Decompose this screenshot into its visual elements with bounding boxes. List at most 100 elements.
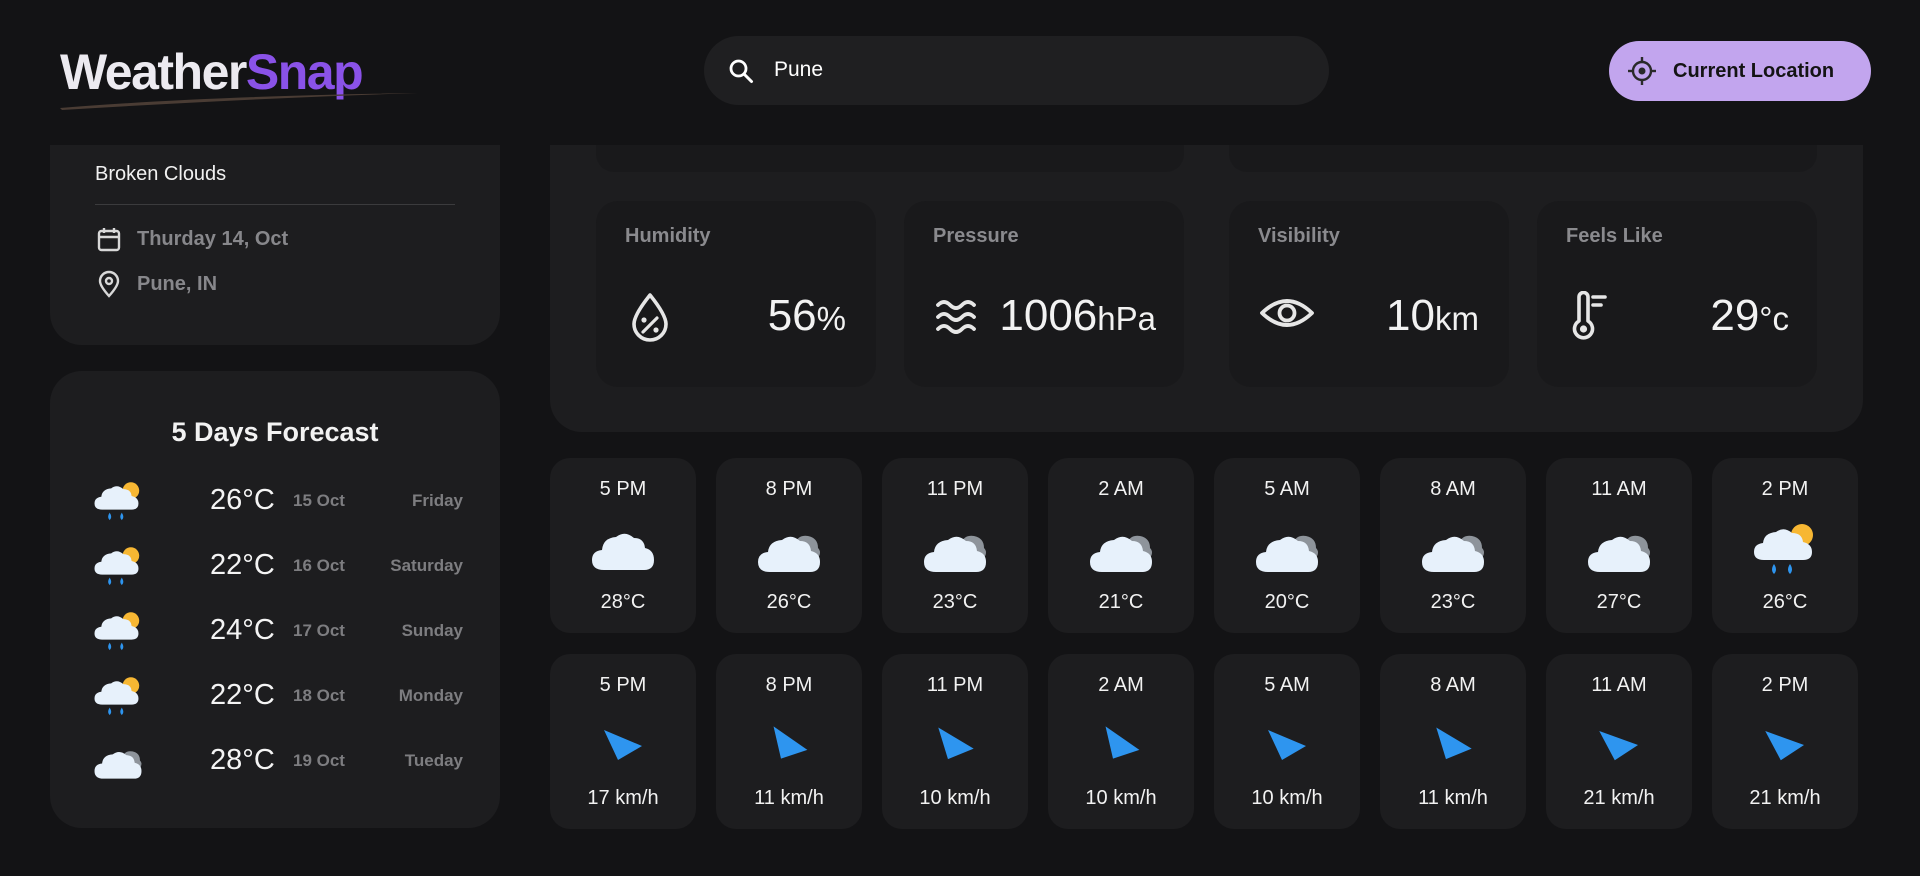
visibility-card: Visibility 10km xyxy=(1229,201,1509,387)
search-bar[interactable] xyxy=(704,36,1329,105)
pressure-waves-icon xyxy=(936,300,976,334)
hour-temp: 21°C xyxy=(1098,591,1144,613)
hourly-wind-card: 5 AM 10 km/h xyxy=(1214,654,1360,829)
forecast-temp: 22°C xyxy=(210,679,275,711)
broken-clouds-icon xyxy=(922,520,988,580)
calendar-icon xyxy=(97,228,121,252)
hourly-temp-card: 8 PM 26°C xyxy=(716,458,862,633)
current-location-label: Current Location xyxy=(1673,59,1835,82)
hour-time: 11 AM xyxy=(1591,674,1647,696)
thermometer-icon xyxy=(1572,291,1607,340)
location-pin-icon xyxy=(98,270,120,298)
forecast-title: 5 Days Forecast xyxy=(171,417,379,447)
hourly-temp-card: 5 AM 20°C xyxy=(1214,458,1360,633)
hourly-wind-card: 11 PM 10 km/h xyxy=(882,654,1028,829)
search-input[interactable] xyxy=(774,50,1294,90)
pressure-value: 1006hPa xyxy=(999,291,1156,341)
hour-wind-speed: 10 km/h xyxy=(1085,787,1157,809)
current-location-button[interactable]: Current Location xyxy=(1609,41,1871,101)
feels-like-card: Feels Like 29°c xyxy=(1537,201,1817,387)
pressure-unit: hPa xyxy=(1097,300,1156,337)
hourly-wind-card: 8 AM 11 km/h xyxy=(1380,654,1526,829)
hourly-temp-card: 11 AM 27°C xyxy=(1546,458,1692,633)
hour-time: 2 AM xyxy=(1098,674,1144,696)
hour-temp: 26°C xyxy=(766,591,812,613)
broken-clouds-icon xyxy=(1088,520,1154,580)
humidity-drop-icon xyxy=(632,293,668,342)
forecast-row: 28°C 19 Oct Tueday xyxy=(93,737,463,797)
hourly-wind-card: 2 PM 21 km/h xyxy=(1712,654,1858,829)
forecast-row: 22°C 16 Oct Saturday xyxy=(93,542,463,602)
hour-temp: 23°C xyxy=(1430,591,1476,613)
header: WeatherSnap Current Location xyxy=(0,0,1920,145)
crosshair-icon xyxy=(1628,57,1656,85)
forecast-date: 15 Oct xyxy=(293,491,345,510)
highlight-card-partial xyxy=(596,145,1184,172)
forecast-temp: 22°C xyxy=(210,549,275,581)
wind-direction-icon xyxy=(1427,719,1479,771)
highlight-card-partial xyxy=(1229,145,1817,172)
hourly-temp-card: 5 PM 28°C xyxy=(550,458,696,633)
hourly-wind-card: 5 PM 17 km/h xyxy=(550,654,696,829)
forecast-row: 26°C 15 Oct Friday xyxy=(93,477,463,537)
hour-time: 8 AM xyxy=(1430,674,1476,696)
hour-time: 11 AM xyxy=(1591,478,1647,500)
hourly-temp-card: 2 PM 26°C xyxy=(1712,458,1858,633)
pressure-label: Pressure xyxy=(933,225,1019,247)
feels-like-value: 29°c xyxy=(1710,291,1789,341)
humidity-value: 56% xyxy=(768,291,846,341)
hour-wind-speed: 10 km/h xyxy=(919,787,991,809)
sun-cloud-rain-icon xyxy=(93,672,143,722)
hourly-wind-card: 2 AM 10 km/h xyxy=(1048,654,1194,829)
wind-direction-icon xyxy=(1264,722,1310,768)
feels-like-label: Feels Like xyxy=(1566,225,1663,247)
forecast-day: Tueday xyxy=(404,751,463,770)
feels-like-unit: °c xyxy=(1759,300,1789,337)
wind-direction-icon xyxy=(1761,721,1809,769)
hourly-temp-card: 8 AM 23°C xyxy=(1380,458,1526,633)
forecast-date: 19 Oct xyxy=(293,751,345,770)
hour-time: 8 PM xyxy=(765,478,813,500)
forecast-day: Sunday xyxy=(401,621,463,640)
hour-temp: 20°C xyxy=(1264,591,1310,613)
forecast-row: 24°C 17 Oct Sunday xyxy=(93,607,463,667)
current-location-row: Pune, IN xyxy=(95,270,217,298)
hour-time: 8 AM xyxy=(1430,478,1476,500)
visibility-unit: km xyxy=(1435,300,1479,337)
current-date-row: Thurday 14, Oct xyxy=(95,225,288,253)
visibility-number: 10 xyxy=(1386,291,1435,340)
visibility-label: Visibility xyxy=(1258,225,1340,247)
current-weather-card: Broken Clouds Thurday 14, Oct Pune, IN xyxy=(50,145,500,345)
hour-wind-speed: 11 km/h xyxy=(1418,787,1488,809)
broken-clouds-icon xyxy=(1254,520,1320,580)
hourly-wind-card: 11 AM 21 km/h xyxy=(1546,654,1692,829)
forecast-day: Friday xyxy=(411,491,463,510)
current-location: Pune, IN xyxy=(137,272,218,295)
pressure-number: 1006 xyxy=(999,291,1098,340)
hourly-wind-card: 8 PM 11 km/h xyxy=(716,654,862,829)
hour-wind-speed: 17 km/h xyxy=(587,787,659,809)
app-logo[interactable]: WeatherSnap xyxy=(60,40,420,110)
pressure-card: Pressure 1006hPa xyxy=(904,201,1184,387)
hour-wind-speed: 11 km/h xyxy=(754,787,824,809)
hour-temp: 23°C xyxy=(932,591,978,613)
forecast-row: 22°C 18 Oct Monday xyxy=(93,672,463,732)
forecast-date: 17 Oct xyxy=(293,621,345,640)
forecast-temp: 26°C xyxy=(210,484,275,516)
hour-time: 11 PM xyxy=(926,674,984,696)
hour-wind-speed: 21 km/h xyxy=(1583,787,1655,809)
hour-time: 2 PM xyxy=(1761,478,1809,500)
wind-direction-icon xyxy=(600,722,646,768)
broken-clouds-icon xyxy=(93,737,143,787)
hour-time: 5 AM xyxy=(1264,478,1310,500)
cloud-icon xyxy=(590,520,656,580)
current-date: Thurday 14, Oct xyxy=(137,227,289,250)
forecast-temp: 24°C xyxy=(210,614,275,646)
visibility-value: 10km xyxy=(1386,291,1479,341)
sun-cloud-rain-icon xyxy=(93,542,143,592)
sun-cloud-rain-icon xyxy=(93,477,143,527)
humidity-unit: % xyxy=(816,300,846,337)
wind-direction-icon xyxy=(1595,721,1643,769)
forecast-date: 18 Oct xyxy=(293,686,345,705)
forecast-date: 16 Oct xyxy=(293,556,345,575)
